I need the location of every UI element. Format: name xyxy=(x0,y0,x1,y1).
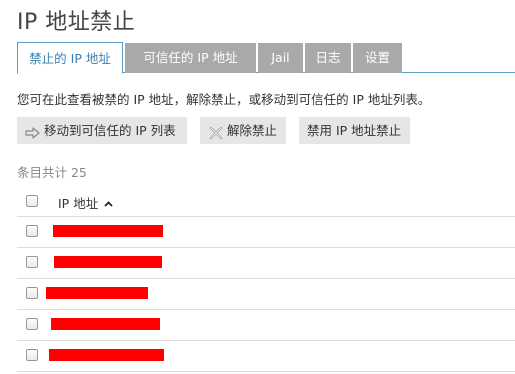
table-row xyxy=(17,248,515,279)
row-checkbox[interactable] xyxy=(26,287,38,299)
redacted-ip-address xyxy=(53,225,163,237)
arrow-right-icon xyxy=(25,123,41,139)
tab-log[interactable]: 日志 xyxy=(305,43,351,73)
row-checkbox[interactable] xyxy=(26,349,38,361)
tab-trusted-ips[interactable]: 可信任的 IP 地址 xyxy=(125,43,256,73)
table-row xyxy=(17,217,515,248)
redacted-ip-address xyxy=(51,318,160,330)
tab-jail[interactable]: Jail xyxy=(258,43,303,73)
table-header: IP 地址 xyxy=(17,186,515,217)
move-to-trusted-button[interactable]: 移动到可信任的 IP 列表 xyxy=(17,117,187,144)
unban-label: 解除禁止 xyxy=(227,123,278,138)
ip-column-header[interactable]: IP 地址 xyxy=(58,193,113,212)
redacted-ip-address xyxy=(54,256,162,268)
move-to-trusted-label: 移动到可信任的 IP 列表 xyxy=(44,123,176,138)
table-row xyxy=(17,279,515,310)
ip-column-label: IP 地址 xyxy=(58,196,99,211)
entry-count: 条目共计 25 xyxy=(17,165,87,180)
row-checkbox[interactable] xyxy=(26,318,38,330)
page-title: IP 地址禁止 xyxy=(17,10,136,35)
row-checkbox[interactable] xyxy=(26,225,38,237)
x-icon xyxy=(208,123,224,139)
redacted-ip-address xyxy=(46,287,148,299)
redacted-ip-address xyxy=(49,349,164,361)
table-row xyxy=(17,310,515,341)
tab-settings[interactable]: 设置 xyxy=(353,43,402,73)
disable-ip-ban-button[interactable]: 禁用 IP 地址禁止 xyxy=(299,117,410,144)
table-row xyxy=(17,341,515,372)
tab-bar: 禁止的 IP 地址 可信任的 IP 地址 Jail 日志 设置 xyxy=(17,42,515,74)
tab-banned-ips[interactable]: 禁止的 IP 地址 xyxy=(17,42,123,74)
unban-button[interactable]: 解除禁止 xyxy=(200,117,286,144)
page-description: 您可在此查看被禁的 IP 地址，解除禁止，或移动到可信任的 IP 地址列表。 xyxy=(17,92,431,107)
row-checkbox[interactable] xyxy=(26,256,38,268)
select-all-checkbox[interactable] xyxy=(26,195,38,207)
caret-up-icon xyxy=(104,195,113,210)
